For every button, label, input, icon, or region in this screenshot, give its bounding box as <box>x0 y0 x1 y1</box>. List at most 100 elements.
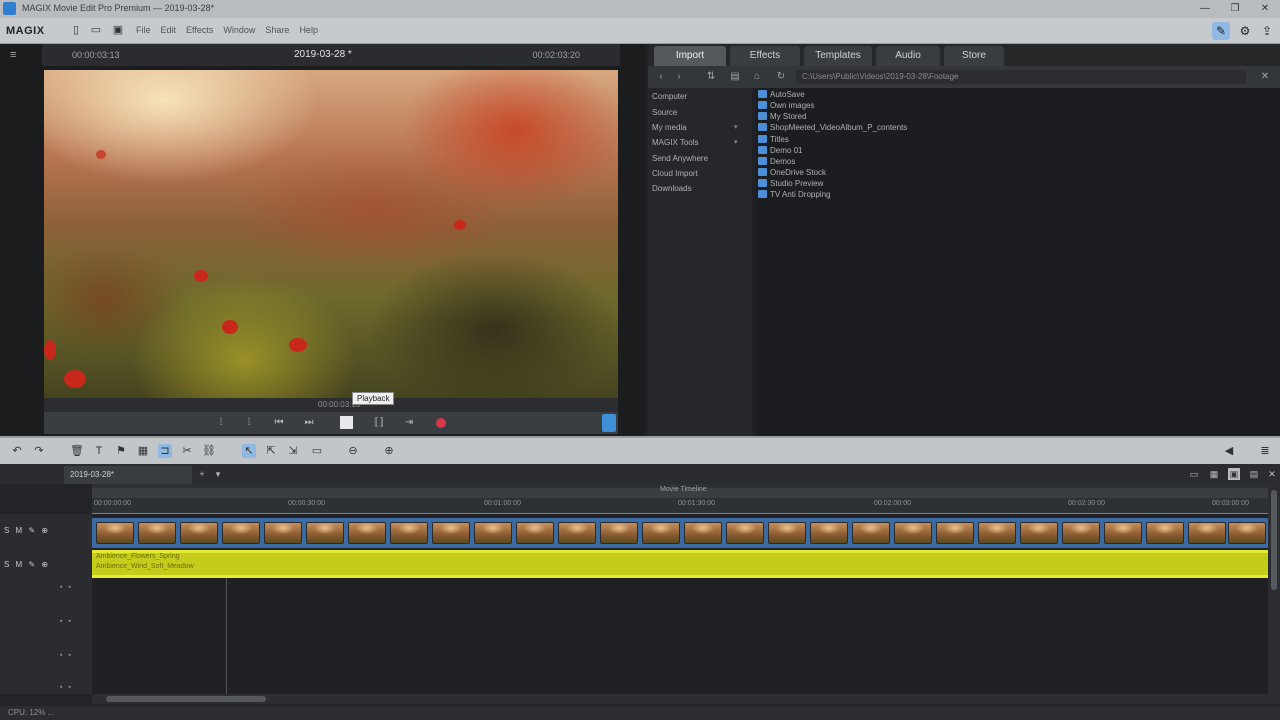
monitor-menu-icon[interactable]: ≡ <box>10 49 16 61</box>
list-item[interactable]: Demos <box>758 157 795 166</box>
time-ruler[interactable]: Movie Timeline 00:00:00:00 00:00:30:00 0… <box>92 484 1268 514</box>
home-icon[interactable]: ⌂ <box>750 70 764 84</box>
track-2-controls[interactable]: S M ✎ ⊕ <box>4 560 90 572</box>
monitor-scrubber[interactable]: 00:00:03:13 <box>44 398 618 412</box>
tab-import[interactable]: Import <box>654 46 726 66</box>
pointer-curve-icon[interactable]: ⇲ <box>286 444 300 458</box>
link-icon[interactable]: ⛓ <box>202 444 216 458</box>
project-tab[interactable]: 2019-03-28* <box>64 466 192 484</box>
settings-gear-icon[interactable]: ⚙ <box>1236 22 1254 40</box>
horizontal-scrollbar[interactable] <box>92 694 1268 704</box>
chevron-down-icon[interactable]: ▾ <box>212 468 224 480</box>
record-button[interactable] <box>436 418 446 428</box>
list-item[interactable]: OneDrive Stock <box>758 168 826 177</box>
edit-mode-icon[interactable]: ✎ <box>1212 22 1230 40</box>
forward-icon[interactable]: › <box>672 70 686 84</box>
redo-icon[interactable]: ↷ <box>32 444 46 458</box>
nav-item-cloud-import[interactable]: Cloud Import <box>652 169 698 178</box>
view-storyboard-icon[interactable]: ▦ <box>1208 468 1220 480</box>
cut-scissors-icon[interactable]: ✂ <box>180 444 194 458</box>
snap-icon[interactable]: ⊐ <box>158 444 172 458</box>
menu-window[interactable]: Window <box>223 25 255 35</box>
nav-item-downloads[interactable]: Downloads <box>652 184 692 193</box>
menu-edit[interactable]: Edit <box>161 25 177 35</box>
path-field[interactable]: C:\Users\Public\Videos\2019-03-28\Footag… <box>796 70 1246 84</box>
track-3-controls[interactable]: ▪ ▪ <box>60 584 90 594</box>
nav-item-send-anywhere[interactable]: Send Anywhere <box>652 154 708 163</box>
settings-icon[interactable]: ≣ <box>1258 444 1272 458</box>
tab-audio[interactable]: Audio <box>876 46 940 66</box>
previous-marker-icon[interactable]: ⏮ <box>272 416 286 430</box>
video-clip[interactable] <box>92 518 1268 548</box>
menu-help[interactable]: Help <box>299 25 318 35</box>
close-panel-icon[interactable]: ✕ <box>1258 70 1272 84</box>
video-preview[interactable] <box>44 70 618 422</box>
audio-mixer-icon[interactable]: ◀ <box>1222 444 1236 458</box>
menu-effects[interactable]: Effects <box>186 25 213 35</box>
menu-file[interactable]: File <box>136 25 151 35</box>
list-item[interactable]: ShopMeeted_VideoAlbum_P_contents <box>758 123 907 132</box>
next-marker-icon[interactable]: ⇥ <box>400 416 418 430</box>
group-icon[interactable]: ▦ <box>136 444 150 458</box>
storyboard-icon[interactable]: ▭ <box>310 444 324 458</box>
sort-icon[interactable]: ⇅ <box>704 70 718 84</box>
list-item[interactable]: AutoSave <box>758 90 805 99</box>
tab-effects[interactable]: Effects <box>730 46 800 66</box>
skip-back-icon[interactable]: ⏭ <box>302 416 316 430</box>
zoom-out-icon[interactable]: ⊖ <box>346 444 360 458</box>
audio-clip[interactable]: Ambience_Flowers_Spring Ambience_Wind_So… <box>92 550 1268 578</box>
pointer-mouse-icon[interactable]: ↖ <box>242 444 256 458</box>
undo-icon[interactable]: ↶ <box>10 444 24 458</box>
scrollbar-thumb[interactable] <box>106 696 266 702</box>
list-item[interactable]: Own images <box>758 101 814 110</box>
track-4-controls[interactable]: ▪ ▪ <box>60 618 90 628</box>
menu-share[interactable]: Share <box>265 25 289 35</box>
marker-flag-icon[interactable]: ⚑ <box>114 444 128 458</box>
close-project-icon[interactable]: ✕ <box>1266 468 1278 480</box>
delete-icon[interactable]: 🗑 <box>70 444 84 458</box>
maximize-button[interactable]: ❐ <box>1224 2 1246 15</box>
stop-button[interactable] <box>340 416 353 429</box>
clip-thumbnail <box>1146 522 1184 544</box>
close-button[interactable]: ✕ <box>1254 2 1276 15</box>
title-text-icon[interactable]: T <box>92 444 106 458</box>
track-6-controls[interactable]: ▪ ▪ <box>60 684 90 694</box>
file-list: AutoSave Own images My Stored ShopMeeted… <box>756 88 1280 436</box>
in-marker-icon[interactable]: ⁞ <box>216 416 226 430</box>
scrollbar-thumb[interactable] <box>1271 490 1277 590</box>
nav-item-computer[interactable]: Computer <box>652 92 687 101</box>
nav-item-source[interactable]: Source <box>652 108 677 117</box>
loop-icon[interactable]: ⟦⟧ <box>370 416 388 430</box>
track-1-controls[interactable]: S M ✎ ⊕ <box>4 526 90 538</box>
list-item[interactable]: My Stored <box>758 112 806 121</box>
nav-item-magix-tools[interactable]: MAGIX Tools ▾ <box>652 138 738 147</box>
out-marker-icon[interactable]: ⁞ <box>244 416 254 430</box>
pointer-range-icon[interactable]: ⇱ <box>264 444 278 458</box>
list-item[interactable]: Demo 01 <box>758 146 802 155</box>
view-scene-icon[interactable]: ▣ <box>1228 468 1240 480</box>
list-item[interactable]: TV Anti Dropping <box>758 190 830 199</box>
minimize-button[interactable]: — <box>1194 2 1216 15</box>
view-icon[interactable]: ▤ <box>728 70 742 84</box>
list-item[interactable]: Studio Preview <box>758 179 823 188</box>
view-timeline-icon[interactable]: ▭ <box>1188 468 1200 480</box>
add-tab-icon[interactable]: + <box>196 468 208 480</box>
open-folder-icon[interactable]: ▭ <box>90 24 102 37</box>
back-icon[interactable]: ‹ <box>654 70 668 84</box>
new-file-icon[interactable]: ▯ <box>70 24 82 37</box>
tracks-area[interactable]: Ambience_Flowers_Spring Ambience_Wind_So… <box>92 514 1268 694</box>
refresh-icon[interactable]: ↻ <box>774 70 788 84</box>
upload-icon[interactable]: ⇪ <box>1258 22 1276 40</box>
zoom-in-icon[interactable]: ⊕ <box>382 444 396 458</box>
tab-store[interactable]: Store <box>944 46 1004 66</box>
track-5-controls[interactable]: ▪ ▪ <box>60 652 90 662</box>
nav-item-my-media[interactable]: My media ▾ <box>652 123 738 132</box>
fullscreen-icon[interactable] <box>602 414 616 432</box>
save-icon[interactable]: ▣ <box>112 24 124 37</box>
vertical-scrollbar[interactable] <box>1268 484 1280 704</box>
video-frame-detail <box>454 220 466 230</box>
tab-templates[interactable]: Templates <box>804 46 872 66</box>
view-split-icon[interactable]: ▤ <box>1248 468 1260 480</box>
playhead-line[interactable] <box>226 578 227 694</box>
list-item[interactable]: Titles <box>758 135 789 144</box>
